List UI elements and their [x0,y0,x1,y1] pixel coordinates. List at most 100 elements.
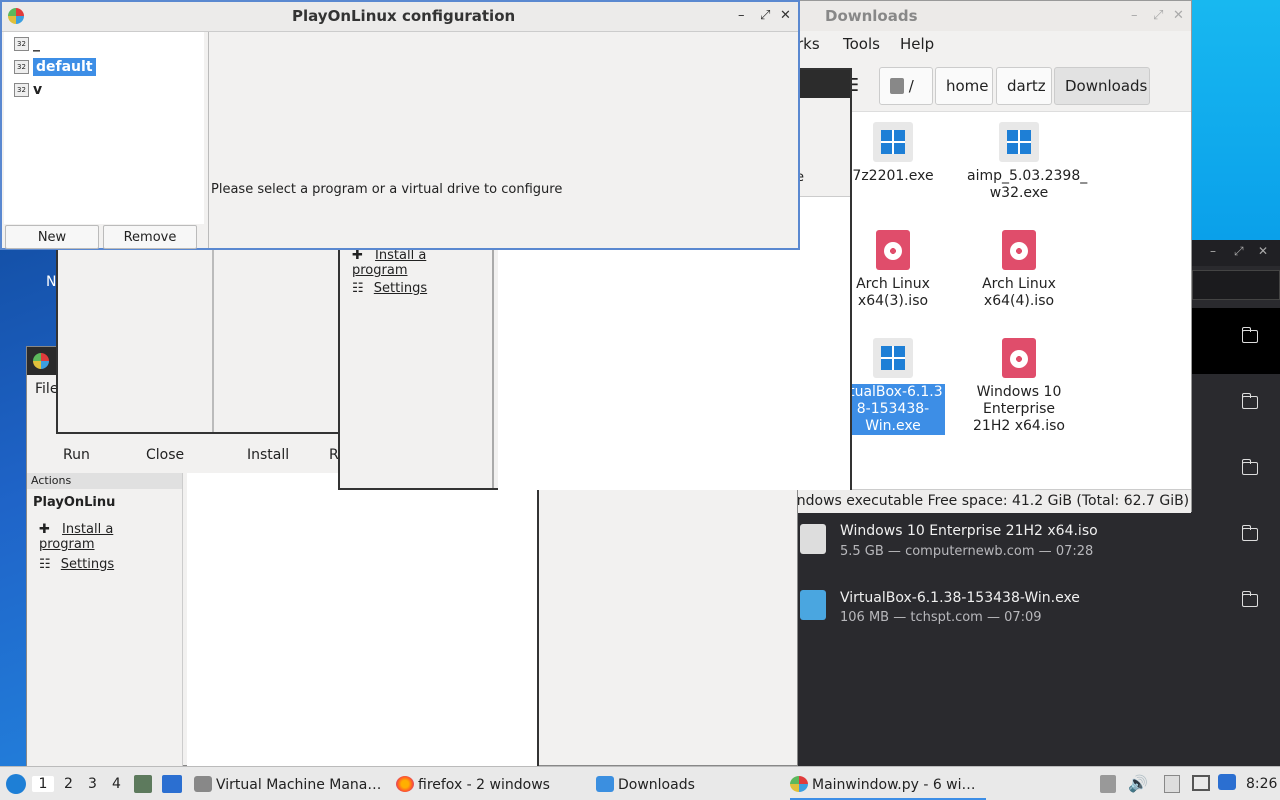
minimize-icon[interactable]: – [1210,244,1216,258]
maximize-icon[interactable]: ⤢ [1234,244,1244,259]
settings-link[interactable]: ☷ Settings [352,281,480,296]
plus-icon: ✚ [352,248,363,263]
maximize-icon[interactable]: ⤢ [760,8,770,23]
workspace-1[interactable]: 1 [32,776,54,792]
disc-image-icon [1002,230,1036,270]
workspace-3[interactable]: 3 [88,776,97,792]
file-item[interactable]: Windows 10 Enterprise 21H2 x64.iso [967,338,1071,435]
clipboard-icon[interactable] [1164,775,1180,793]
notification-icon[interactable] [1218,774,1236,790]
virt-manager-icon [194,776,212,792]
task-mainwindow[interactable]: Mainwindow.py - 6 wi… [790,767,986,800]
settings-link[interactable]: ☷ Settings [39,557,170,572]
folder-icon[interactable] [1241,591,1258,607]
start-menu-icon[interactable] [6,774,26,794]
desktop-wallpaper [1190,0,1280,240]
file-item[interactable]: 7z2201.exe [841,122,945,185]
install-button[interactable]: Install [247,447,289,463]
tree-item[interactable]: 32 _ [14,36,40,52]
install-program-link[interactable]: ✚ Install a program [39,522,170,552]
breadcrumb-dartz[interactable]: dartz [996,67,1052,105]
close-icon[interactable]: ✕ [1258,244,1268,258]
maximize-icon[interactable]: ⤢ [1153,8,1163,23]
task-firefox[interactable]: firefox - 2 windows [396,776,550,793]
download-filename: Windows 10 Enterprise 21H2 x64.iso [840,523,1098,539]
close-icon[interactable]: ✕ [780,8,791,23]
tree-item-selected[interactable]: 32 default [14,58,96,76]
network-icon[interactable] [1192,775,1210,791]
tree-item[interactable]: 32 v [14,82,42,98]
taskbar: 1 2 3 4 Virtual Machine Mana… firefox - … [0,766,1280,800]
file-item-selected[interactable]: rtualBox-6.1.3 8-153438- Win.exe [841,338,945,435]
gear-icon [800,590,826,620]
menu-file[interactable]: File [35,381,58,397]
breadcrumb-root[interactable]: / [879,67,933,105]
32bit-icon: 32 [14,60,29,74]
playonlinux-config-window: PlayOnLinux configuration – ⤢ ✕ 32 _ 32 de… [0,0,800,250]
folder-icon[interactable] [1241,327,1258,343]
drive-icon [890,78,904,94]
plus-icon: ✚ [39,522,50,537]
menu-tools[interactable]: Tools [843,35,880,57]
eject-icon[interactable] [1100,775,1116,793]
prefix-tree: 32 _ 32 default 32 v [4,32,204,224]
task-virtual-machine-manager[interactable]: Virtual Machine Mana… [194,776,381,793]
playonlinux-logo-icon [8,8,24,24]
folder-icon[interactable] [1241,525,1258,541]
programs-list[interactable] [187,473,539,767]
iso-file-icon [800,524,826,554]
config-pane: Please select a program or a virtual dri… [208,32,798,248]
menu-help[interactable]: Help [900,35,934,57]
close-button[interactable]: Close [146,447,184,463]
volume-icon[interactable]: 🔊 [1128,774,1148,793]
actions-header: Actions [27,473,182,489]
playonlinux-icon [790,776,808,792]
32bit-icon: 32 [14,37,29,51]
list-icon: ☷ [39,557,51,572]
actions-sidebar: Actions PlayOnLinu ✚ Install a program ☷… [27,473,183,767]
config-message: Please select a program or a virtual dri… [211,182,563,197]
show-desktop-icon[interactable] [162,775,182,793]
close-icon[interactable]: ✕ [1173,8,1184,23]
section-title: PlayOnLinu [33,495,116,510]
run-button[interactable]: Run [63,447,90,463]
clock[interactable]: 8:26 [1246,776,1277,792]
install-program-link[interactable]: ✚ Install a program [352,248,480,278]
breadcrumb-home[interactable]: home [935,67,993,105]
list-icon: ☷ [352,281,364,296]
task-downloads[interactable]: Downloads [596,776,695,793]
download-meta: 106 MB — tchspt.com — 07:09 [840,610,1042,625]
windows-exe-icon [999,122,1039,162]
download-item[interactable]: VirtualBox-6.1.38-153438-Win.exe 106 MB … [798,572,1280,638]
workspace-4[interactable]: 4 [112,776,121,792]
folder-icon [596,776,614,792]
disc-image-icon [1002,338,1036,378]
search-input[interactable] [1192,270,1280,300]
folder-icon[interactable] [1241,393,1258,409]
download-meta: 5.5 GB — computernewb.com — 07:28 [840,544,1094,559]
workspace-2[interactable]: 2 [64,776,73,792]
playonlinux-background-window [56,230,342,434]
file-item[interactable]: Arch Linux x64(3).iso [841,230,945,310]
file-item[interactable]: Arch Linux x64(4).iso [967,230,1071,310]
menu-bookmarks[interactable]: rks [797,35,820,57]
remove-button[interactable]: Remove [103,225,197,249]
32bit-icon: 32 [14,83,29,97]
minimize-icon[interactable]: – [738,8,745,23]
folder-icon[interactable] [1241,459,1258,475]
desktop-icon-label: N [46,274,57,290]
file-manager-launcher-icon[interactable] [134,775,152,793]
minimize-icon[interactable]: – [1131,8,1138,23]
divider [212,232,214,432]
windows-exe-icon [873,338,913,378]
disc-image-icon [876,230,910,270]
window-titlebar: PlayOnLinux configuration – ⤢ ✕ [2,2,798,32]
firefox-icon [396,776,414,792]
playonlinux-logo-icon [33,353,49,369]
new-button[interactable]: New [5,225,99,249]
breadcrumb-downloads[interactable]: Downloads [1054,67,1150,105]
file-item[interactable]: aimp_5.03.2398_ w32.exe [967,122,1087,202]
window-title: Downloads [825,7,918,25]
window-title: PlayOnLinux configuration [292,7,516,25]
download-item[interactable]: Windows 10 Enterprise 21H2 x64.iso 5.5 G… [798,506,1280,572]
